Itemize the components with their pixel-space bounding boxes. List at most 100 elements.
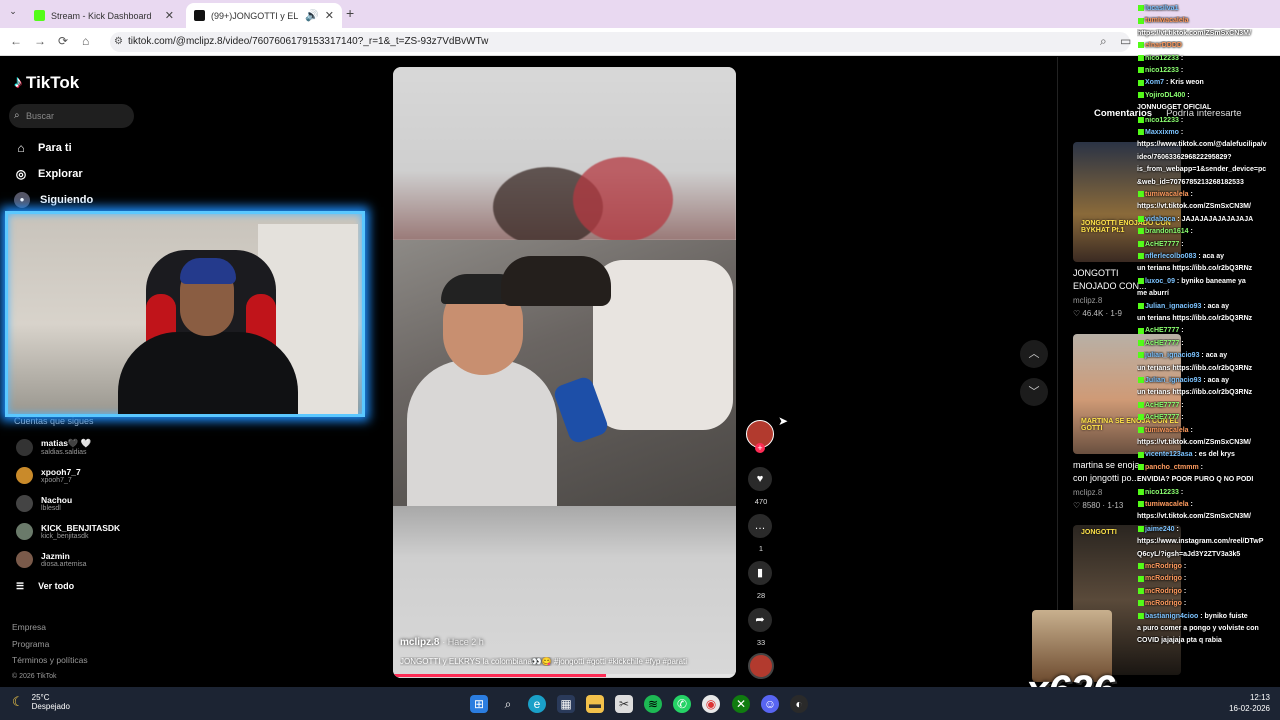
discord-icon[interactable]: ☺ <box>761 695 779 713</box>
recommended-title[interactable]: martina se enoja con jongotti po... <box>1073 459 1140 485</box>
account-handle: saldias.saldias <box>41 449 87 456</box>
xbox-icon[interactable]: ✕ <box>732 695 750 713</box>
kick-badge-icon <box>1138 575 1144 582</box>
store-icon[interactable]: ▦ <box>557 695 575 713</box>
speaker-icon[interactable]: 🔊 <box>305 9 319 22</box>
next-video-button[interactable]: ﹀ <box>1020 378 1048 406</box>
footer-links: Empresa Programa Términos y políticas © … <box>12 619 88 685</box>
start-icon[interactable]: ⊞ <box>470 695 488 713</box>
tab-search-icon[interactable]: ⌄ <box>6 6 20 20</box>
video-username[interactable]: mclipz.8 <box>400 637 439 648</box>
nav-label: Explorar <box>38 168 83 180</box>
address-bar[interactable]: ⚙ tiktok.com/@mclipz.8/video/76076061791… <box>110 32 1130 52</box>
chat-text: : <box>1181 401 1184 409</box>
chat-text: un terians https://ibb.co/r2bQ3RNz <box>1137 315 1253 322</box>
footer-link-programa[interactable]: Programa <box>12 636 88 653</box>
chat-message: Xom7 : Kris weon <box>1137 78 1280 88</box>
account-item[interactable]: Nachou lblesdl <box>16 491 146 515</box>
comment-button[interactable]: … <box>748 514 772 538</box>
sound-disc[interactable] <box>748 653 774 679</box>
kick-badge-icon <box>1138 600 1144 607</box>
weather-widget[interactable]: ☾ 25°C Despejado <box>12 693 70 711</box>
whatsapp-icon[interactable]: ✆ <box>673 695 691 713</box>
chat-message: nico12233 : <box>1137 116 1280 126</box>
search-input[interactable]: ⌕ Buscar <box>9 104 134 128</box>
kick-badge-icon <box>1138 302 1144 309</box>
footer-link-terminos[interactable]: Términos y políticas <box>12 652 88 669</box>
tiktok-logo[interactable]: ♪ TikTok <box>14 73 79 93</box>
close-tab-icon[interactable]: ✕ <box>165 9 174 22</box>
kick-badge-icon <box>1138 253 1144 260</box>
see-all-link[interactable]: ☰ Ver todo <box>16 581 74 592</box>
home-icon[interactable]: ⌂ <box>82 34 89 48</box>
account-item[interactable]: KICK_BENJITASDK kick_benjitasdk <box>16 519 146 543</box>
site-info-icon[interactable]: ⚙ <box>114 32 123 52</box>
chat-message: nflerlecolbo083 : aca ay <box>1137 252 1280 262</box>
copyright: © 2026 TikTok <box>12 672 57 680</box>
follow-plus-icon[interactable]: + <box>755 443 765 453</box>
back-icon[interactable]: ← <box>10 34 22 48</box>
chat-text: un terians https://ibb.co/r2bQ3RNz <box>1137 364 1253 372</box>
like-button[interactable]: ♥ <box>748 467 772 491</box>
forward-icon[interactable]: → <box>34 34 46 48</box>
spotify-icon[interactable]: ≋ <box>644 695 662 713</box>
search-placeholder: Buscar <box>26 111 55 121</box>
recommended-user[interactable]: mclipz.8 <box>1073 296 1102 305</box>
kick-badge-icon <box>1138 463 1144 470</box>
chat-message: mcRodrigo : <box>1137 574 1280 584</box>
chat-username: AcHE7777 <box>1145 401 1180 409</box>
edge-icon[interactable]: e <box>528 695 546 713</box>
share-button[interactable]: ➦ <box>748 608 772 632</box>
previous-video-button[interactable]: ︿ <box>1020 340 1048 368</box>
video-player[interactable]: mclipz.8 · Hace 2 h JONGOTTI y ELKRYS la… <box>393 67 736 678</box>
chrome-icon[interactable]: ◉ <box>702 695 720 713</box>
nav-para-ti[interactable]: ⌂ Para ti <box>14 139 71 157</box>
kick-badge-icon <box>1138 488 1144 495</box>
nav-siguiendo[interactable]: ● Siguiendo <box>14 191 93 209</box>
kick-badge-icon <box>1138 215 1144 222</box>
obs-icon[interactable]: ◐ <box>790 695 808 713</box>
chat-username: AcHE7777 <box>1145 339 1180 347</box>
account-name: matias🖤 🤍 <box>41 438 92 448</box>
recommended-user[interactable]: mclipz.8 <box>1073 488 1102 497</box>
tab-kick-dashboard[interactable]: Stream - Kick Dashboard ✕ <box>26 3 182 28</box>
nav-explorar[interactable]: ◎ Explorar <box>14 165 83 183</box>
footer-link-empresa[interactable]: Empresa <box>12 619 88 636</box>
recommended-title[interactable]: JONGOTTI ENOJADO CON... <box>1073 267 1147 293</box>
save-count: 28 <box>756 591 766 600</box>
snipping-tool-icon[interactable]: ✂ <box>615 695 633 713</box>
account-handle: kick_benjitasdk <box>41 532 89 540</box>
chat-text: : byniko baneame ya <box>1176 277 1246 285</box>
tab-tiktok-video[interactable]: (99+)JONGOTTI y ELKRYS la 🔊 ✕ <box>186 3 342 28</box>
chat-message: mcRodrigo : <box>1137 599 1280 609</box>
chat-message: jaime240 : <box>1137 525 1280 535</box>
chat-username: elnarDDDD <box>1145 42 1182 50</box>
reload-icon[interactable]: ⟳ <box>58 34 68 48</box>
chat-text: COVID jajajaja pta q rabia <box>1137 637 1222 645</box>
search-icon[interactable]: ⌕ <box>499 695 517 713</box>
account-item[interactable]: Jazmin diosa.artemisa <box>16 547 146 571</box>
folder-icon[interactable]: ▬ <box>586 695 604 713</box>
account-item[interactable]: xpooh7_7 xpooh7_7 <box>16 463 146 487</box>
kick-badge-icon <box>1138 79 1144 86</box>
new-tab-button[interactable]: + <box>346 5 354 21</box>
video-author[interactable]: mclipz.8 · Hace 2 h <box>400 637 484 648</box>
kick-badge-icon <box>1138 67 1144 74</box>
chat-username: julian_ignacio93 <box>1145 352 1200 360</box>
account-handle: lblesdl <box>41 504 61 512</box>
chat-message: JONNUGGET OFICIAL <box>1137 103 1280 113</box>
chat-message: tumiwacalela : <box>1137 500 1280 510</box>
system-clock[interactable]: 12:13 16-02-2026 <box>1229 692 1270 714</box>
extension-icon[interactable]: ▭ <box>1120 34 1131 48</box>
account-item[interactable]: matias🖤 🤍 saldias.saldias <box>16 435 146 459</box>
chat-message: Maxxixmo : <box>1137 128 1280 138</box>
close-tab-icon[interactable]: ✕ <box>325 9 334 22</box>
chat-text: : <box>1183 587 1187 595</box>
kick-badge-icon <box>1138 339 1144 346</box>
zoom-icon[interactable]: ⌕ <box>1100 34 1107 49</box>
video-progress-bar[interactable] <box>393 674 736 677</box>
kick-badge-icon <box>1138 451 1144 458</box>
account-handle: xpooh7_7 <box>41 476 72 484</box>
save-button[interactable]: ▮ <box>748 561 772 585</box>
chat-text: : <box>1181 414 1184 422</box>
